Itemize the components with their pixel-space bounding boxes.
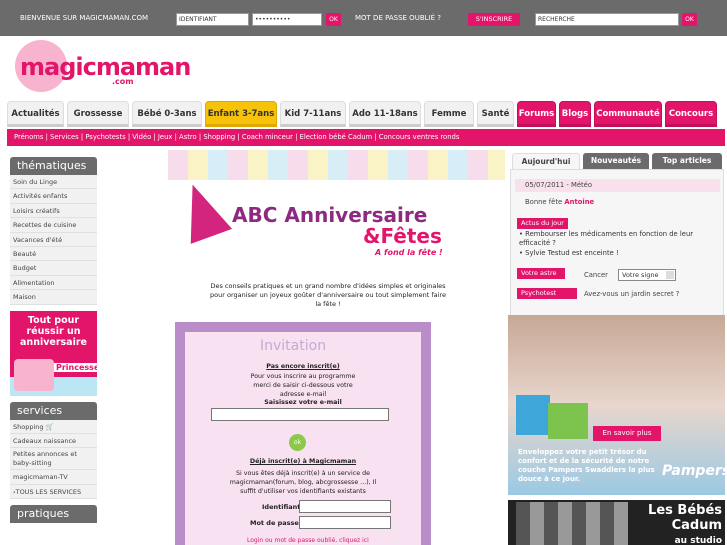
services-heading: services xyxy=(10,401,97,420)
anniversaire-promo[interactable]: Tout pour réussir un anniversaire Prince… xyxy=(10,310,97,396)
intro-text: Des conseils pratiques et un grand nombr… xyxy=(210,282,446,308)
tab-top-articles[interactable]: Top articles xyxy=(652,153,722,169)
actus-item[interactable]: • Rembourser les médicaments en fonction… xyxy=(519,230,709,248)
pampers-text: Enveloppez votre petit trésor du confort… xyxy=(518,448,655,483)
thematique-item[interactable]: Budget xyxy=(10,261,97,276)
thematique-item[interactable]: Alimentation xyxy=(10,275,97,291)
already-registered-heading: Déjà inscrit(e) à Magicmaman xyxy=(249,458,357,465)
today-panel: 05/07/2011 - Météo Bonne fête Antoine Ac… xyxy=(510,169,724,319)
cart-icon: 🛒 xyxy=(45,422,54,431)
pampers-more-button[interactable]: En savoir plus xyxy=(593,426,661,441)
pampers-pack2-image xyxy=(548,403,588,439)
thematique-item[interactable]: Vacances d'été xyxy=(10,232,97,247)
cake-icon xyxy=(14,358,54,391)
tab-actualites[interactable]: Actualités xyxy=(7,101,64,127)
not-registered-heading: Pas encore inscrit(e) xyxy=(266,363,340,370)
psychotest-question[interactable]: Avez-vous un jardin secret ? xyxy=(584,290,679,298)
login-ok-button[interactable]: OK xyxy=(326,13,341,26)
tab-blogs[interactable]: Blogs xyxy=(559,101,591,127)
welcome-text: BIENVENUE SUR MAGICMAMAN.COM xyxy=(20,14,149,22)
tab-grossesse[interactable]: Grossesse xyxy=(67,101,129,127)
service-label: Shopping xyxy=(13,422,44,431)
tab-nouveautes[interactable]: Nouveautés xyxy=(583,153,649,169)
search-input[interactable] xyxy=(535,13,679,26)
invite-id-input[interactable] xyxy=(299,500,391,513)
left-sidebar: thématiques Soin du Linge Activités enfa… xyxy=(10,157,97,524)
tab-femme[interactable]: Femme xyxy=(424,101,474,127)
actus-tag: Actus du jour xyxy=(517,218,568,229)
abc-title-fetes: &Fêtes xyxy=(363,224,442,248)
already-text: Si vous êtes déjà inscrit(e) à un servic… xyxy=(229,470,377,495)
forgot-password-link[interactable]: MOT DE PASSE OUBLIÉ ? xyxy=(355,14,441,22)
pampers-pack-image xyxy=(516,395,550,435)
cadum-photos xyxy=(516,502,628,545)
invitation-inner: Invitation Pas encore inscrit(e) Pour vo… xyxy=(185,332,421,545)
sub-nav[interactable]: Prénoms | Services | Psychotests | Vidéo… xyxy=(7,129,725,146)
cadum-title: Les Bébés Cadum xyxy=(648,503,722,533)
fete-name[interactable]: Antoine xyxy=(564,198,594,206)
tab-communaute[interactable]: Communauté xyxy=(594,101,662,127)
email-label: Saisissez votre e-mail xyxy=(264,399,342,406)
invite-forgot-link[interactable]: Login ou mot de passe oublié, cliquez ic… xyxy=(247,537,369,544)
date-meteo[interactable]: 05/07/2011 - Météo xyxy=(515,179,720,192)
right-tabs: Aujourd'hui Nouveautés Top articles xyxy=(510,153,724,169)
invitation-box: Invitation Pas encore inscrit(e) Pour vo… xyxy=(175,322,431,545)
login-id-input[interactable] xyxy=(176,13,249,26)
login-password-input[interactable] xyxy=(252,13,322,26)
search-ok-button[interactable]: OK xyxy=(682,13,697,26)
thematique-item[interactable]: Recettes de cuisine xyxy=(10,218,97,233)
abc-tagline: A fond la fête ! xyxy=(375,248,443,257)
thematiques-heading: thématiques xyxy=(10,157,97,175)
cadum-sub: au studio Harcourt xyxy=(674,536,722,545)
tab-bebe[interactable]: Bébé 0-3ans xyxy=(132,101,202,127)
service-item-shopping[interactable]: Shopping 🛒 xyxy=(10,419,97,434)
fete-line: Bonne fête Antoine xyxy=(525,198,594,206)
cadum-ad[interactable]: Les Bébés Cadum au studio Harcourt xyxy=(508,500,725,545)
tab-forums[interactable]: Forums xyxy=(517,101,556,127)
tab-ado[interactable]: Ado 11-18ans xyxy=(349,101,421,127)
service-item[interactable]: Petites annonces et baby-sitting xyxy=(10,448,97,471)
pratiques-heading: pratiques xyxy=(10,505,97,524)
thematique-item[interactable]: Activités enfants xyxy=(10,189,97,204)
logo-sub: .com xyxy=(112,77,134,86)
thematique-item[interactable]: Soin du Linge xyxy=(10,175,97,190)
promo-title: Tout pour réussir un anniversaire xyxy=(20,314,87,348)
astro-select[interactable]: Votre signe xyxy=(618,269,676,281)
thematique-item[interactable]: Beauté xyxy=(10,246,97,262)
pampers-ad[interactable]: En savoir plus Enveloppez votre petit tr… xyxy=(508,315,725,495)
thematique-item[interactable]: Loisirs créatifs xyxy=(10,203,97,219)
service-item[interactable]: magicmaman-TV xyxy=(10,470,97,485)
tab-kid[interactable]: Kid 7-11ans xyxy=(280,101,346,127)
astro-tag: Votre astre xyxy=(517,268,565,279)
bunting-decoration xyxy=(168,150,505,180)
main-content: ABC Anniversaire &Fêtes A fond la fête !… xyxy=(168,150,505,545)
header: magicmaman .com xyxy=(0,36,727,100)
email-input[interactable] xyxy=(211,408,389,421)
logo[interactable]: magicmaman xyxy=(20,53,191,81)
id-label: Identifiant xyxy=(262,503,301,511)
tab-sante[interactable]: Santé xyxy=(477,101,514,127)
pw-label: Mot de passe xyxy=(250,519,299,527)
invitation-title: Invitation xyxy=(260,338,327,354)
psychotest-tag: Psychotest xyxy=(517,288,577,299)
invite-pw-input[interactable] xyxy=(299,516,391,529)
main-nav: Actualités Grossesse Bébé 0-3ans Enfant … xyxy=(7,101,725,127)
all-services-link[interactable]: ›TOUS LES SERVICES xyxy=(10,484,97,500)
service-item[interactable]: Cadeaux naissance xyxy=(10,433,97,449)
tab-aujourdhui[interactable]: Aujourd'hui xyxy=(512,153,580,169)
email-ok-button[interactable]: ok xyxy=(289,434,306,451)
party-hat-icon xyxy=(171,177,233,244)
thematique-item[interactable]: Maison xyxy=(10,290,97,305)
fete-prefix: Bonne fête xyxy=(525,198,563,206)
pampers-logo: Pampers. xyxy=(662,463,725,479)
astro-sign[interactable]: Cancer xyxy=(584,271,608,279)
tab-enfant[interactable]: Enfant 3-7ans xyxy=(205,101,277,127)
tab-concours[interactable]: Concours xyxy=(665,101,717,127)
top-bar: BIENVENUE SUR MAGICMAMAN.COM OK MOT DE P… xyxy=(0,0,727,36)
subscribe-text: Pour vous inscrire au programme merci de… xyxy=(250,373,356,398)
actus-item[interactable]: • Sylvie Testud est enceinte ! xyxy=(519,249,619,258)
right-column: Aujourd'hui Nouveautés Top articles 05/0… xyxy=(510,153,724,319)
signup-button[interactable]: S'INSCRIRE xyxy=(468,13,520,26)
promo-princesses: Princesses xyxy=(54,362,97,372)
